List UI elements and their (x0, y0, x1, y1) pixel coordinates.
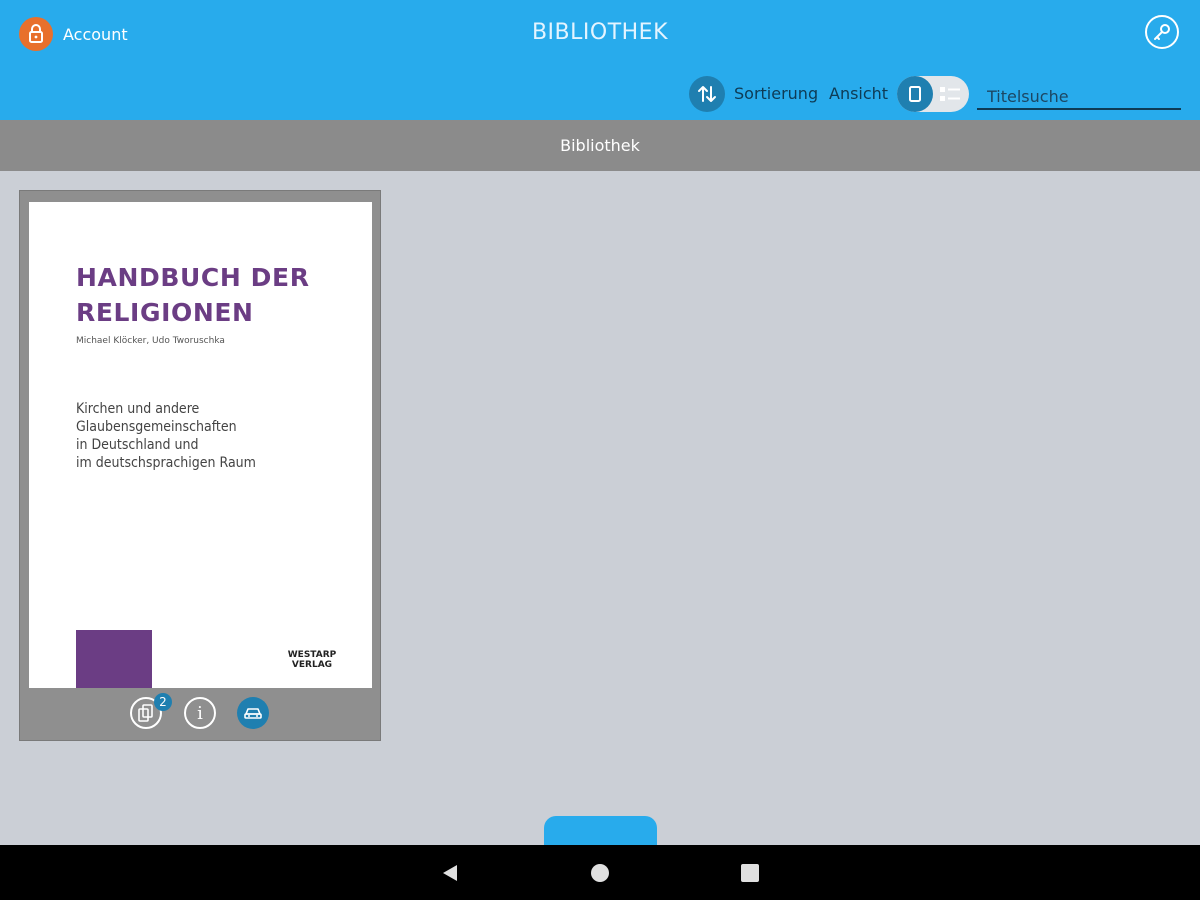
key-icon (1154, 24, 1170, 40)
sort-arrows-icon (698, 86, 716, 102)
title-search-input[interactable] (977, 80, 1181, 110)
publisher-logo: WESTARP VERLAG (287, 650, 337, 670)
home-circle-icon[interactable] (591, 864, 609, 882)
grid-view-option[interactable] (897, 76, 933, 112)
book-cover[interactable]: HANDBUCH DER RELIGIONEN Michael Klöcker,… (29, 202, 372, 688)
copies-count-badge: 2 (154, 693, 172, 711)
book-subtitle-line: im deutschsprachigen Raum (76, 455, 256, 471)
book-title: HANDBUCH DER RELIGIONEN (76, 263, 310, 327)
bottom-drawer-handle[interactable] (544, 816, 657, 846)
page-title: BIBLIOTHEK (531, 20, 669, 45)
info-button[interactable]: i (184, 697, 216, 729)
cover-decoration-block (76, 630, 152, 688)
car-mode-button[interactable] (237, 697, 269, 729)
system-navigation-bar (0, 845, 1200, 900)
publisher-line: VERLAG (291, 660, 333, 670)
section-header: Bibliothek (0, 120, 1200, 171)
book-subtitle: Kirchen und andere Glaubensgemeinschafte… (76, 400, 316, 472)
app-header: Account BIBLIOTHEK Sortierung Ansicht (0, 0, 1200, 120)
book-subtitle-line: Kirchen und andere (76, 401, 200, 417)
recents-square-icon[interactable] (741, 864, 759, 882)
book-card: HANDBUCH DER RELIGIONEN Michael Klöcker,… (19, 190, 381, 741)
book-actions: 2 i (20, 688, 380, 740)
view-toggle[interactable] (897, 76, 969, 112)
book-subtitle-line: in Deutschland und (76, 437, 199, 453)
toolbar: Sortierung Ansicht (0, 76, 1200, 112)
book-authors: Michael Klöcker, Udo Tworuschka (76, 336, 225, 346)
book-subtitle-line: Glaubensgemeinschaften (76, 419, 237, 435)
key-button[interactable] (1145, 15, 1179, 49)
single-book-icon (909, 86, 921, 102)
sort-label[interactable]: Sortierung (734, 84, 818, 103)
list-view-icon[interactable] (939, 85, 961, 103)
copies-icon (138, 704, 153, 722)
car-icon (244, 708, 262, 719)
view-label: Ansicht (829, 84, 889, 103)
section-title: Bibliothek (560, 136, 640, 155)
publisher-line: WESTARP (287, 650, 337, 660)
sort-button[interactable] (689, 76, 725, 112)
info-icon: i (197, 702, 203, 724)
back-triangle-icon[interactable] (440, 863, 460, 883)
